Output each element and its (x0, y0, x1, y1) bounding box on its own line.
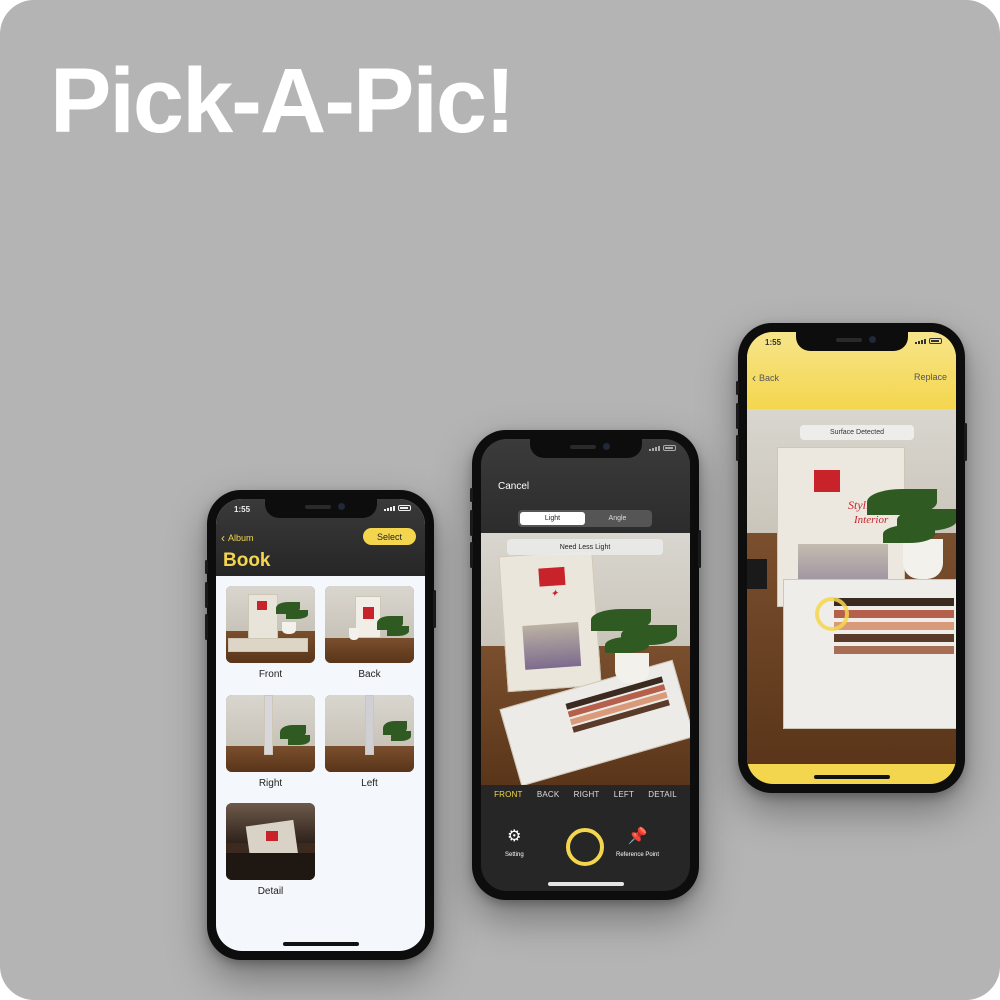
home-indicator (282, 942, 359, 946)
battery-icon (663, 445, 676, 451)
back-label: Back (759, 373, 780, 383)
back-label: Album (228, 533, 254, 543)
gear-icon: ⚙ (507, 828, 522, 845)
phone-album: 1:55 ‹ Album Select Book Front Back Righ… (205, 490, 436, 960)
camera-viewfinder: ✦ (481, 533, 690, 785)
thumbnail-label: Back (358, 669, 381, 680)
album-screen: 1:55 ‹ Album Select Book Front Back Righ… (216, 499, 425, 951)
reference-point-button[interactable]: 📌 Reference Point (616, 828, 660, 859)
signal-icon (649, 446, 660, 451)
mode-left[interactable]: LEFT (614, 790, 634, 799)
home-indicator (813, 775, 890, 779)
chevron-left-icon: ‹ (752, 371, 756, 385)
home-indicator (547, 882, 624, 886)
surface-detected-banner: Surface Detected (800, 425, 914, 440)
mode-back[interactable]: BACK (537, 790, 560, 799)
thumbnail-label: Detail (257, 886, 284, 897)
phone-ar: 1:55 ‹ Back Replace Stylish Interior Sur… (736, 323, 967, 793)
segment-light[interactable]: Light (520, 512, 585, 525)
status-icons (915, 338, 942, 344)
mode-right[interactable]: RIGHT (574, 790, 600, 799)
cancel-button[interactable]: Cancel (498, 481, 529, 492)
signal-icon (915, 339, 926, 344)
ar-viewfinder: Stylish Interior (747, 409, 956, 764)
battery-icon (929, 338, 942, 344)
promo-card: Pick-A-Pic! 1:55 ‹ Album Select Book Fro… (0, 0, 1000, 1000)
thumbnail-right[interactable] (226, 695, 315, 772)
camera-screen: Cancel Light Angle ✦ Need Less Light FRO… (481, 439, 690, 891)
thumbnail-label: Left (361, 778, 378, 789)
phone-camera: Cancel Light Angle ✦ Need Less Light FRO… (470, 430, 701, 900)
status-time: 1:55 (765, 338, 782, 347)
thumbnail-label: Right (258, 778, 283, 789)
setting-label: Setting (505, 852, 524, 858)
select-button[interactable]: Select (363, 528, 416, 545)
back-button[interactable]: ‹ Back (752, 372, 779, 384)
segment-angle[interactable]: Angle (585, 512, 650, 525)
reference-point-label: Reference Point (616, 852, 660, 858)
light-warning-banner: Need Less Light (507, 539, 663, 555)
mode-detail[interactable]: DETAIL (648, 790, 677, 799)
chevron-left-icon: ‹ (221, 531, 225, 545)
thumbnail-label: Front (258, 669, 283, 680)
signal-icon (384, 506, 395, 511)
light-angle-segmented-control: Light Angle (518, 510, 652, 527)
mode-front[interactable]: FRONT (494, 790, 523, 799)
setting-button[interactable]: ⚙ Setting (505, 828, 524, 859)
thumbnail-left[interactable] (325, 695, 414, 772)
page-title: Book (223, 550, 271, 571)
ar-screen: 1:55 ‹ Back Replace Stylish Interior Sur… (747, 332, 956, 784)
status-time: 1:55 (234, 505, 251, 514)
back-button[interactable]: ‹ Album (221, 532, 254, 544)
thumbnail-detail[interactable] (226, 803, 315, 880)
capture-mode-tabs: FRONT BACK RIGHT LEFT DETAIL (481, 790, 690, 799)
status-icons (384, 505, 411, 511)
pushpin-icon: 📌 (627, 828, 648, 845)
replace-button[interactable]: Replace (914, 372, 947, 382)
thumbnail-back[interactable] (325, 586, 414, 663)
battery-icon (398, 505, 411, 511)
hero-title: Pick-A-Pic! (50, 50, 516, 152)
status-icons (649, 445, 676, 451)
shutter-button[interactable] (566, 828, 604, 866)
thumbnail-front[interactable] (226, 586, 315, 663)
